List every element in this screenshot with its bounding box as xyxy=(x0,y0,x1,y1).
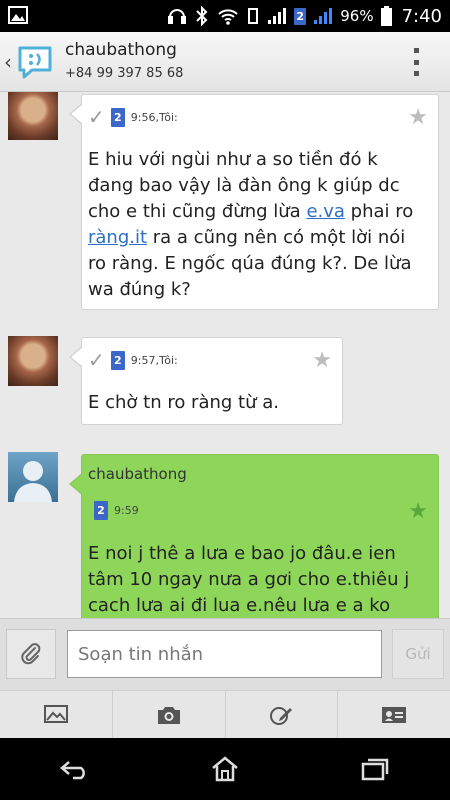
delivered-check-icon: ✓ xyxy=(88,105,105,129)
contact-card-button[interactable] xyxy=(338,691,450,738)
message-link[interactable]: ràng.it xyxy=(88,227,147,248)
sim2-badge: 2 xyxy=(110,350,125,370)
sketch-button[interactable] xyxy=(226,691,339,738)
contact-phone: +84 99 397 85 68 xyxy=(65,66,184,81)
message-bubble-sent[interactable]: ✓ 2 9:57,Tôi: ★ E chờ tn ro ràng từ a. xyxy=(69,337,343,425)
battery-icon xyxy=(380,6,392,26)
sim2-badge: 2 xyxy=(110,107,125,127)
message-bubble-received[interactable]: chaubathong 2 9:59 ★ E noi j thê a lưa e… xyxy=(69,454,439,618)
message-link[interactable]: e.va xyxy=(306,201,344,222)
sender-name: chaubathong xyxy=(88,465,187,483)
sim2-badge: 2 xyxy=(294,7,307,25)
action-bar: ‹ chaubathong +84 99 397 85 68 xyxy=(0,32,450,92)
signal-sim2-icon xyxy=(313,7,333,25)
gallery-notification-icon xyxy=(8,6,28,28)
sim2-badge: 2 xyxy=(94,501,108,520)
camera-icon xyxy=(157,706,180,724)
star-icon[interactable]: ★ xyxy=(408,107,428,129)
clock: 7:40 xyxy=(401,5,442,27)
message-meta: 9:59 xyxy=(114,504,139,517)
message-text: E noi j thê a lưa e bao jo đâu.e ien tâm… xyxy=(88,543,410,616)
attachment-toolbar xyxy=(0,690,450,738)
bluetooth-icon xyxy=(194,6,210,26)
back-button[interactable] xyxy=(45,749,105,789)
message-meta: 9:56,Tôi: xyxy=(130,110,178,124)
status-bar: 2 96% 7:40 xyxy=(0,0,450,32)
message-input[interactable] xyxy=(67,630,382,678)
conversation-list[interactable]: ✓ 2 9:56,Tôi: ★ E hiu với ngùi như a so … xyxy=(0,92,450,618)
attach-button[interactable] xyxy=(6,629,56,679)
avatar-default xyxy=(8,452,58,502)
battery-percent: 96% xyxy=(340,7,374,25)
paperclip-icon xyxy=(21,643,41,665)
overflow-menu-icon[interactable] xyxy=(414,48,420,76)
delivered-check-icon: ✓ xyxy=(88,348,105,372)
headset-icon xyxy=(167,7,187,25)
contact-name: chaubathong xyxy=(65,40,177,60)
compose-bar: Gửi xyxy=(0,618,450,690)
send-button[interactable]: Gửi xyxy=(392,629,444,679)
contact-card-icon xyxy=(382,706,407,723)
vibrate-icon xyxy=(246,6,260,26)
message-bubble-sent[interactable]: ✓ 2 9:56,Tôi: ★ E hiu với ngùi như a so … xyxy=(69,94,439,310)
star-icon[interactable]: ★ xyxy=(312,350,332,372)
back-chevron-icon[interactable]: ‹ xyxy=(4,50,12,74)
wifi-icon xyxy=(217,7,239,25)
star-icon[interactable]: ★ xyxy=(408,501,428,523)
recent-apps-icon xyxy=(361,758,389,781)
avatar xyxy=(8,92,58,140)
messaging-app-icon[interactable] xyxy=(16,44,54,80)
avatar xyxy=(8,336,58,386)
navigation-bar xyxy=(0,738,450,800)
recent-apps-button[interactable] xyxy=(345,749,405,789)
home-icon xyxy=(212,756,238,782)
camera-button[interactable] xyxy=(113,691,226,738)
message-text: E hiu với ngùi như a so tiền đó k đang b… xyxy=(88,149,414,300)
message-text: E chờ tn ro ràng từ a. xyxy=(88,392,279,413)
message-meta: 9:57,Tôi: xyxy=(130,353,178,367)
signal-sim1-icon xyxy=(267,7,287,25)
insert-image-button[interactable] xyxy=(0,691,113,738)
image-icon xyxy=(43,704,68,723)
sketch-icon xyxy=(270,706,293,725)
back-icon xyxy=(60,761,85,780)
home-button[interactable] xyxy=(195,749,255,789)
